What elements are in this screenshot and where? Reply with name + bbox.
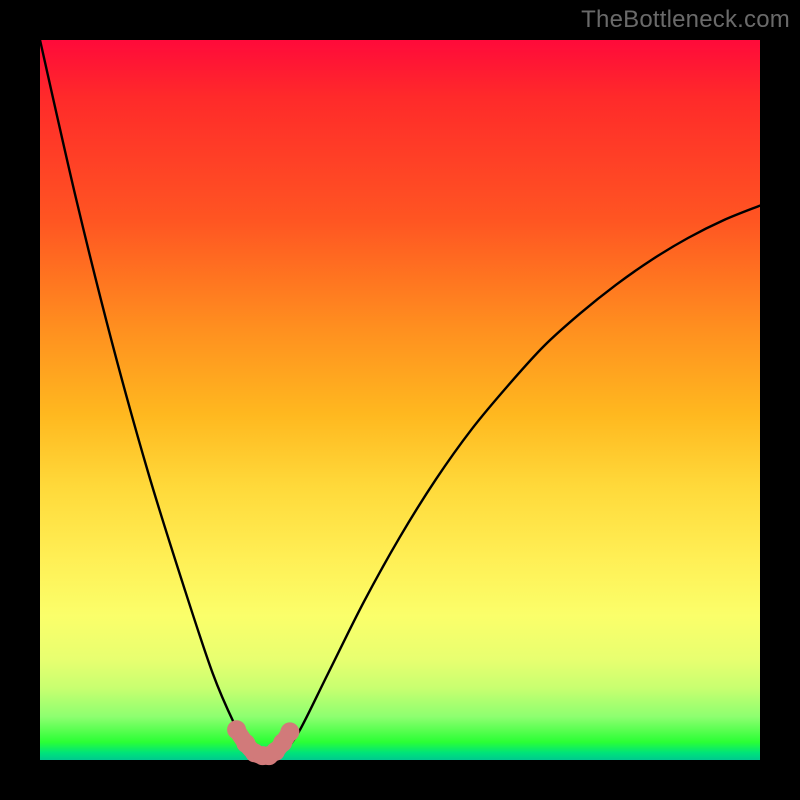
plot-area (40, 40, 760, 760)
curve-layer (40, 40, 760, 760)
trough-marker-dot (280, 722, 299, 741)
chart-frame: TheBottleneck.com (0, 0, 800, 800)
trough-marker-dots (227, 720, 299, 765)
bottleneck-curve (40, 40, 760, 757)
watermark-text: TheBottleneck.com (581, 6, 790, 34)
